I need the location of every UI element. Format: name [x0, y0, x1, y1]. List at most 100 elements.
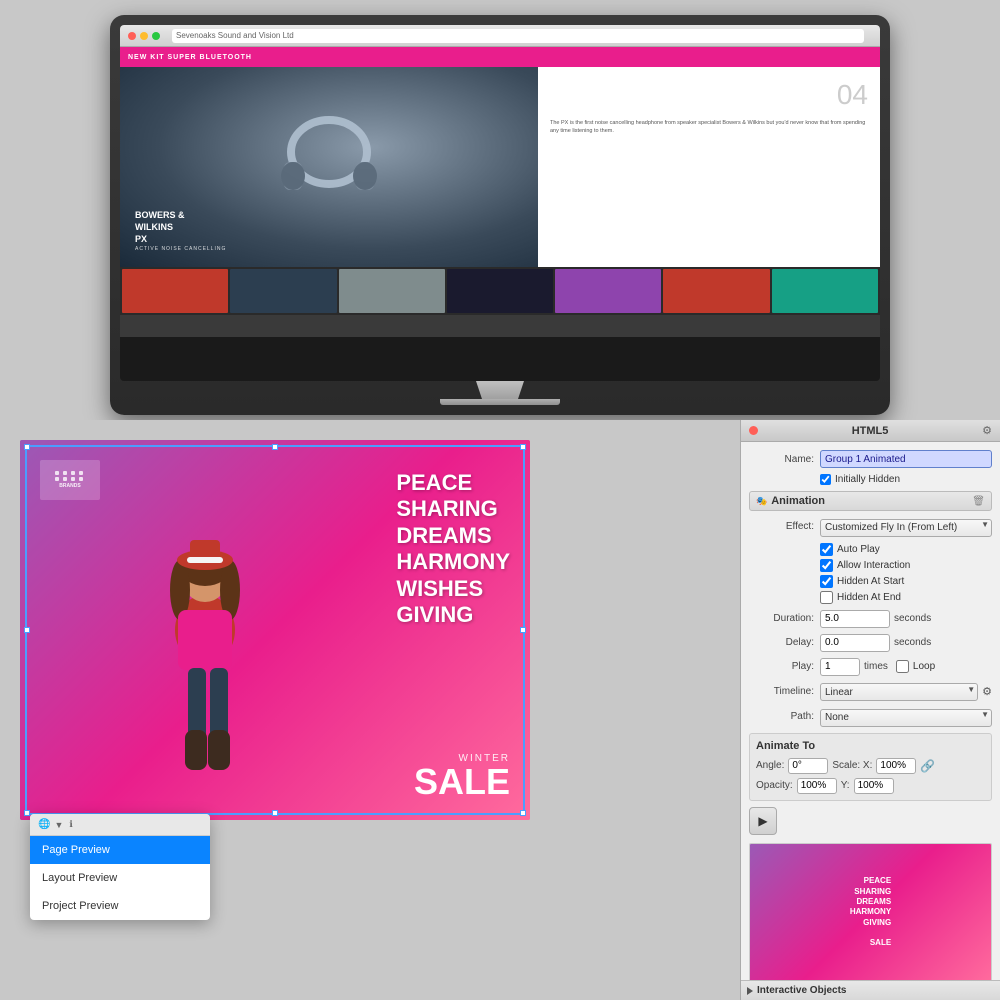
play-button-icon: ▶	[758, 814, 767, 828]
mag-header-text: NEW KIT SUPER BLUETOOTH	[128, 54, 252, 61]
canvas-area[interactable]: BRANDS	[20, 440, 530, 820]
mag-left: BOWERS & WILKINS PX ACTIVE NOISE CANCELL…	[120, 67, 538, 267]
auto-play-checkbox[interactable]	[820, 543, 833, 556]
brand-logo: BRANDS	[40, 460, 100, 500]
thumbnail-1[interactable]	[122, 269, 228, 313]
hidden-at-end-checkbox[interactable]	[820, 591, 833, 604]
initially-hidden-label: Initially Hidden	[835, 474, 900, 485]
animate-opacity-row: Opacity: Y:	[756, 778, 985, 794]
handle-left-middle[interactable]	[24, 627, 30, 633]
expand-icon	[747, 987, 753, 995]
canvas-inner: BRANDS	[20, 440, 530, 820]
logo-dot	[55, 477, 59, 481]
animate-to-title: Animate To	[756, 740, 985, 752]
allow-interaction-label: Allow Interaction	[837, 560, 910, 571]
traffic-light-red[interactable]	[128, 32, 136, 40]
animation-checkboxes: Auto Play Allow Interaction Hidden At St…	[820, 543, 992, 604]
bowers-text: BOWERS & WILKINS PX ACTIVE NOISE CANCELL…	[135, 210, 226, 252]
interactive-objects-label: Interactive Objects	[757, 985, 846, 996]
timeline-select-wrapper: Linear Ease In Ease Out ▼	[820, 682, 978, 702]
angle-input[interactable]	[788, 758, 828, 774]
y-input[interactable]	[854, 778, 894, 794]
thumbnail-7[interactable]	[772, 269, 878, 313]
dropdown-item-project-preview[interactable]: Project Preview	[30, 892, 210, 920]
duration-input[interactable]	[820, 610, 890, 628]
scale-x-label: Scale: X:	[832, 760, 872, 771]
browser-url[interactable]: Sevenoaks Sound and Vision Ltd	[172, 29, 864, 43]
handle-top-right[interactable]	[520, 444, 526, 450]
effect-select[interactable]: Customized Fly In (From Left)	[820, 519, 992, 537]
imac-base	[440, 399, 560, 405]
mag-thumbnails	[120, 267, 880, 315]
animation-delete-icon[interactable]: 🗑	[972, 496, 985, 507]
thumbnail-5[interactable]	[555, 269, 661, 313]
thumbnail-2[interactable]	[230, 269, 336, 313]
name-input[interactable]	[820, 450, 992, 468]
link-icon: 🔗	[920, 759, 935, 773]
timeline-label: Timeline:	[749, 686, 814, 697]
inspector-close-button[interactable]	[749, 426, 758, 435]
path-select-wrapper: None ▼	[820, 707, 992, 727]
angle-label: Angle:	[756, 760, 784, 771]
name-label: Name:	[749, 454, 814, 465]
mag-toolbar	[120, 315, 880, 337]
handle-bottom-right[interactable]	[520, 810, 526, 816]
timeline-select[interactable]: Linear Ease In Ease Out	[820, 683, 978, 701]
handle-top-left[interactable]	[24, 444, 30, 450]
effect-select-wrapper: Customized Fly In (From Left) ▼	[820, 517, 992, 537]
hidden-at-start-checkbox[interactable]	[820, 575, 833, 588]
delay-row: Delay: seconds	[749, 634, 992, 652]
opacity-input[interactable]	[797, 778, 837, 794]
hidden-at-end-label: Hidden At End	[837, 592, 901, 603]
thumbnail-4[interactable]	[447, 269, 553, 313]
auto-play-label: Auto Play	[837, 544, 880, 555]
name-field-row: Name:	[749, 450, 992, 468]
handle-bottom-left[interactable]	[24, 810, 30, 816]
thumbnail-6[interactable]	[663, 269, 769, 313]
allow-interaction-checkbox[interactable]	[820, 559, 833, 572]
loop-label: Loop	[913, 661, 935, 672]
preview-content: PEACESHARINGDREAMSHARMONYGIVING SALE	[750, 844, 991, 981]
auto-play-row: Auto Play	[820, 543, 992, 556]
hidden-at-start-row: Hidden At Start	[820, 575, 992, 588]
animation-section-header[interactable]: 🎭 Animation 🗑	[749, 491, 992, 511]
initially-hidden-checkbox[interactable]	[820, 474, 831, 485]
hidden-at-end-row: Hidden At End	[820, 591, 992, 604]
play-button[interactable]: ▶	[749, 807, 777, 835]
delay-input[interactable]	[820, 634, 890, 652]
play-input[interactable]	[820, 658, 860, 676]
delay-label: Delay:	[749, 637, 814, 648]
interactive-objects-bar[interactable]: Interactive Objects	[741, 980, 1000, 1000]
handle-right-middle[interactable]	[520, 627, 526, 633]
traffic-light-green[interactable]	[152, 32, 160, 40]
imac-screen: Sevenoaks Sound and Vision Ltd NEW KIT S…	[120, 25, 880, 381]
logo-dots	[55, 471, 85, 481]
girl-figure	[90, 510, 320, 820]
imac-section: Sevenoaks Sound and Vision Ltd NEW KIT S…	[0, 0, 1000, 420]
inspector-title-bar: HTML5 ⚙	[741, 420, 1000, 442]
initially-hidden-row: Initially Hidden	[820, 474, 992, 485]
winter-sale: WINTER SALE	[414, 753, 510, 800]
path-select[interactable]: None	[820, 709, 992, 727]
timeline-settings-icon[interactable]: ⚙	[982, 685, 992, 698]
thumbnail-3[interactable]	[339, 269, 445, 313]
loop-checkbox[interactable]	[896, 660, 909, 673]
mag-description: The PX is the first noise cancelling hea…	[550, 119, 868, 136]
imac-stand	[470, 381, 530, 399]
loop-row: Loop	[896, 660, 935, 673]
animation-section-title: Animation	[771, 495, 972, 507]
bottom-section: BRANDS	[0, 420, 1000, 1000]
dropdown-item-page-preview[interactable]: Page Preview	[30, 836, 210, 864]
traffic-light-yellow[interactable]	[140, 32, 148, 40]
preview-area: PEACESHARINGDREAMSHARMONYGIVING SALE	[749, 843, 992, 981]
inspector-body: Name: Initially Hidden 🎭 Animation 🗑 Eff…	[741, 442, 1000, 980]
dropdown-header: 🌐 ▼ ℹ	[30, 814, 210, 836]
mag-body: BOWERS & WILKINS PX ACTIVE NOISE CANCELL…	[120, 67, 880, 267]
mag-right: 04 The PX is the first noise cancelling …	[538, 67, 880, 267]
gear-icon[interactable]: ⚙	[982, 424, 992, 437]
dropdown-item-layout-preview[interactable]: Layout Preview	[30, 864, 210, 892]
handle-top-middle[interactable]	[272, 444, 278, 450]
imac-monitor: Sevenoaks Sound and Vision Ltd NEW KIT S…	[110, 15, 890, 415]
scale-x-input[interactable]	[876, 758, 916, 774]
preview-dropdown: 🌐 ▼ ℹ Page Preview Layout Preview Projec…	[30, 814, 210, 920]
